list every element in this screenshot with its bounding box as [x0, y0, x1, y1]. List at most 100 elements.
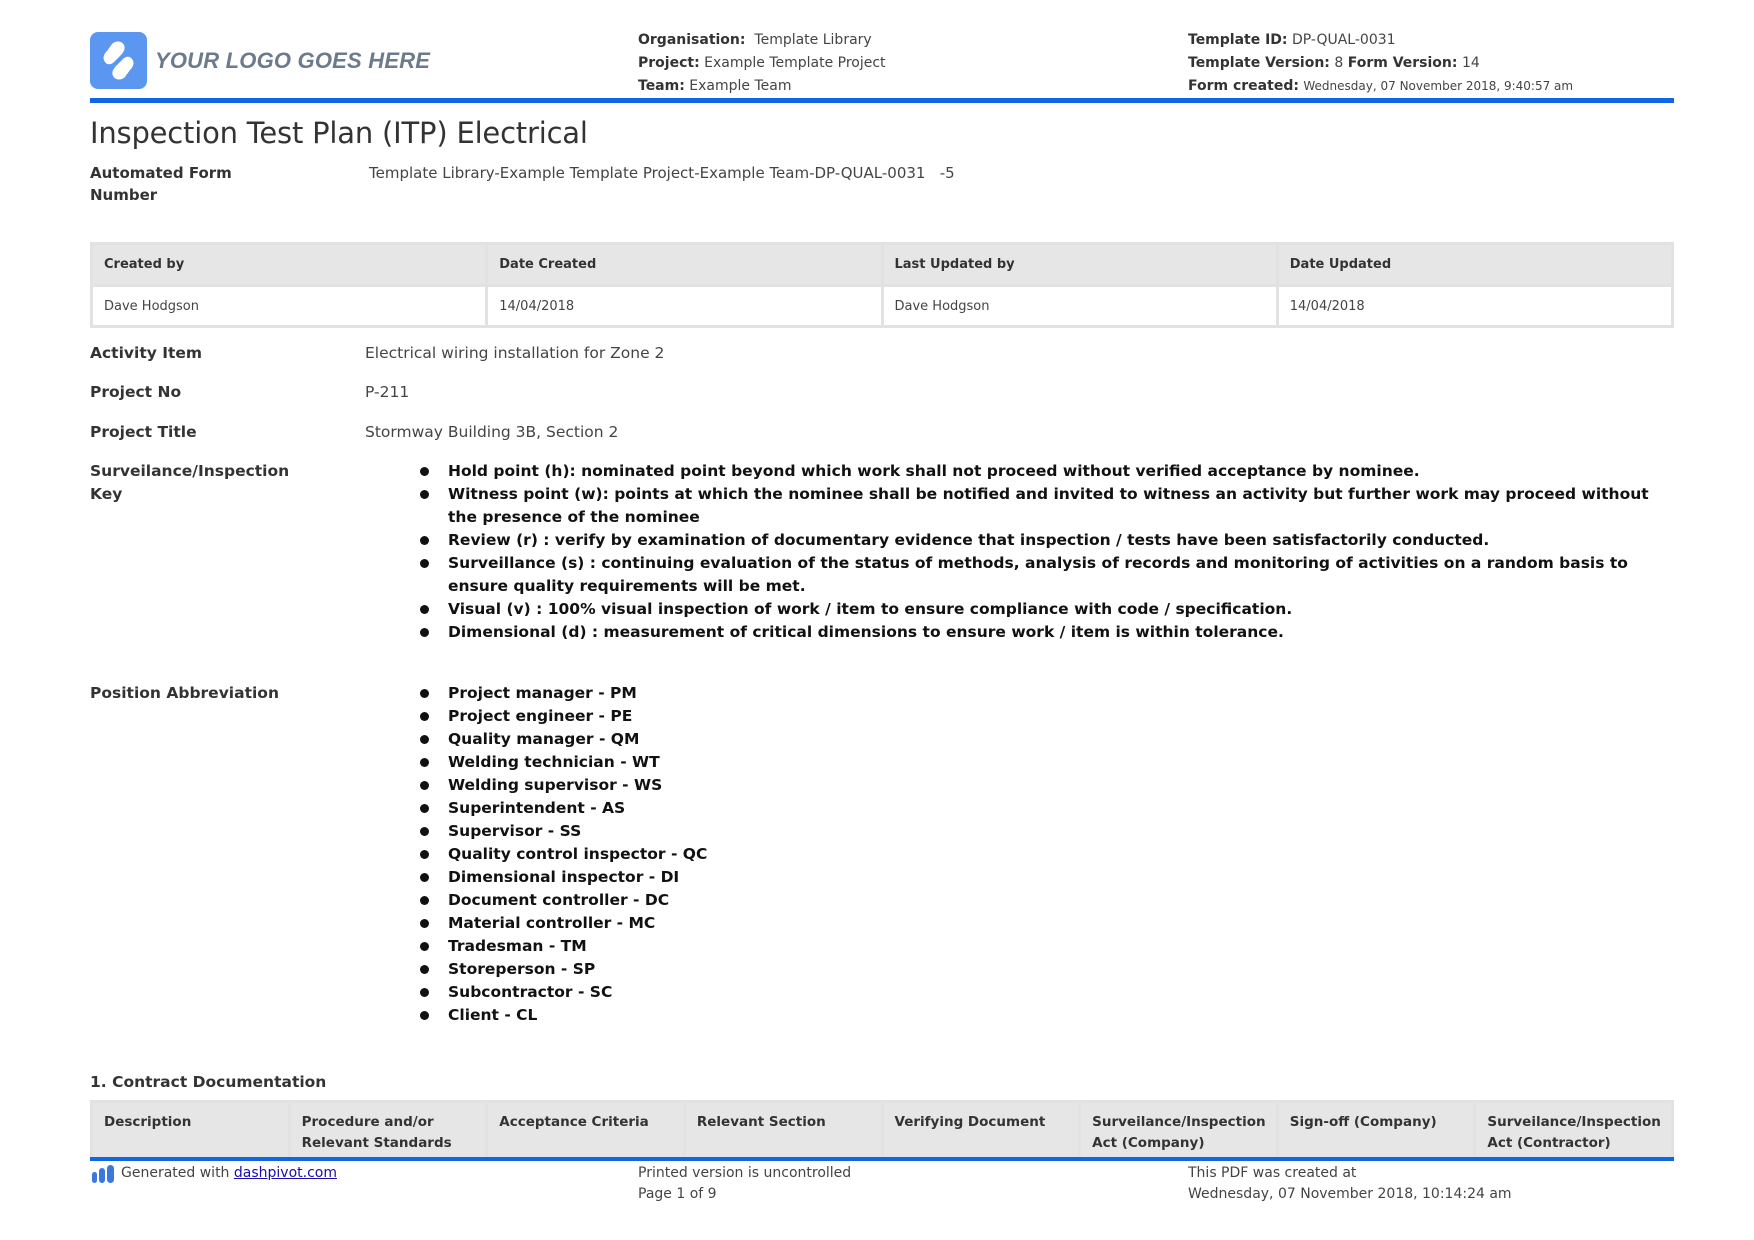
organisation-label: Organisation: — [638, 32, 746, 48]
contract-table-column-header: Sign-off (Company) — [1275, 1100, 1477, 1160]
position-abbreviation-item: Project manager - PM — [418, 682, 1678, 705]
contract-table-column-header: Description — [90, 1100, 291, 1160]
audit-header-date-created: Date Created — [485, 242, 884, 287]
project-label: Project: — [638, 55, 700, 71]
contract-table-column-header: Surveilance/Inspection Act (Company) — [1078, 1100, 1279, 1160]
bullet-icon — [420, 896, 429, 905]
template-id-label: Template ID: — [1188, 32, 1288, 48]
bullet-icon — [420, 559, 429, 568]
position-abbreviation-item: Tradesman - TM — [418, 935, 1678, 958]
bullet-icon — [420, 758, 429, 767]
surveillance-key-list: Hold point (h): nominated point beyond w… — [418, 460, 1678, 644]
table-row: Dave Hodgson 14/04/2018 Dave Hodgson 14/… — [89, 284, 1675, 328]
position-abbreviation-item-text: Tradesman - TM — [448, 937, 587, 955]
position-abbreviation-item-text: Quality manager - QM — [448, 730, 640, 748]
bullet-icon — [420, 965, 429, 974]
surveillance-key-item: Visual (v) : 100% visual inspection of w… — [418, 598, 1678, 621]
organisation-line: Organisation: Template Library — [638, 29, 886, 52]
form-version-label: Form Version: — [1347, 55, 1458, 71]
position-abbreviation-item: Dimensional inspector - DI — [418, 866, 1678, 889]
company-logo — [90, 32, 147, 89]
position-abbreviation-item-text: Material controller - MC — [448, 914, 656, 932]
pdf-created-value: Wednesday, 07 November 2018, 10:14:24 am — [1188, 1186, 1512, 1202]
team-label: Team: — [638, 78, 685, 94]
position-abbreviation-item: Welding technician - WT — [418, 751, 1678, 774]
bullet-icon — [420, 605, 429, 614]
project-title-label: Project Title — [90, 423, 197, 441]
position-abbreviation-item: Document controller - DC — [418, 889, 1678, 912]
contract-table-column-header: Relevant Section — [682, 1100, 884, 1160]
uncontrolled-notice: Printed version is uncontrolled — [638, 1165, 852, 1181]
contract-table-column-header: Verifying Document — [880, 1100, 1082, 1160]
surveillance-key-item-text: Dimensional (d) : measurement of critica… — [448, 623, 1284, 641]
position-abbreviation-item-text: Project manager - PM — [448, 684, 637, 702]
form-created-value: Wednesday, 07 November 2018, 9:40:57 am — [1303, 79, 1574, 93]
header-meta-template: Template ID: DP-QUAL-0031 Template Versi… — [1188, 29, 1573, 98]
contract-table-column-header: Acceptance Criteria — [485, 1100, 686, 1160]
bullet-icon — [420, 988, 429, 997]
position-abbreviation-item-text: Superintendent - AS — [448, 799, 626, 817]
audit-header-date-updated: Date Updated — [1275, 242, 1675, 287]
bullet-icon — [420, 490, 429, 499]
automated-form-number-value: Template Library-Example Template Projec… — [369, 164, 955, 182]
form-created-label: Form created: — [1188, 78, 1299, 94]
team-line: Team: Example Team — [638, 75, 886, 98]
template-version-value: 8 — [1334, 55, 1344, 71]
bullet-icon — [420, 467, 429, 476]
position-abbreviation-item: Client - CL — [418, 1004, 1678, 1027]
position-abbreviation-item-text: Quality control inspector - QC — [448, 845, 708, 863]
project-no-label: Project No — [90, 383, 182, 401]
header-divider — [90, 98, 1674, 103]
pdf-created-label: This PDF was created at — [1188, 1165, 1357, 1181]
position-abbreviation-item: Supervisor - SS — [418, 820, 1678, 843]
position-abbreviation-item: Welding supervisor - WS — [418, 774, 1678, 797]
position-abbreviation-label: Position Abbreviation — [90, 684, 279, 702]
form-created-line: Form created: Wednesday, 07 November 201… — [1188, 75, 1573, 98]
position-abbreviation-item-text: Client - CL — [448, 1006, 538, 1024]
bullet-icon — [420, 735, 429, 744]
position-abbreviation-item-text: Welding technician - WT — [448, 753, 660, 771]
dashpivot-link[interactable]: dashpivot.com — [234, 1165, 337, 1181]
position-abbreviation-item: Quality manager - QM — [418, 728, 1678, 751]
date-updated-value: 14/04/2018 — [1275, 284, 1675, 328]
bullet-icon — [420, 827, 429, 836]
contract-table-header-row: Description Procedure and/or Relevant Sta… — [90, 1100, 1674, 1160]
template-version-label: Template Version: — [1188, 55, 1330, 71]
surveillance-key-item: Review (r) : verify by examination of do… — [418, 529, 1678, 552]
project-line: Project: Example Template Project — [638, 52, 886, 75]
position-abbreviation-item: Material controller - MC — [418, 912, 1678, 935]
document-title: Inspection Test Plan (ITP) Electrical — [90, 116, 588, 150]
form-version-value: 14 — [1461, 55, 1480, 71]
position-abbreviation-item-text: Storeperson - SP — [448, 960, 596, 978]
surveillance-key-label: Surveilance/Inspection Key — [90, 462, 290, 503]
automated-form-number-label: Automated Form Number — [90, 164, 232, 204]
logo-text: YOUR LOGO GOES HERE — [155, 48, 431, 73]
team-value: Example Team — [689, 78, 792, 94]
logo-s-icon — [103, 41, 134, 80]
position-abbreviation-item: Storeperson - SP — [418, 958, 1678, 981]
bullet-icon — [420, 712, 429, 721]
bullet-icon — [420, 536, 429, 545]
date-created-value: 14/04/2018 — [485, 284, 884, 328]
bullet-icon — [420, 942, 429, 951]
activity-item-label: Activity Item — [90, 344, 203, 362]
project-no-value: P-211 — [365, 383, 410, 401]
bullet-icon — [420, 873, 429, 882]
contract-documentation-table: Description Procedure and/or Relevant Sta… — [90, 1100, 1674, 1160]
position-abbreviation-item-text: Supervisor - SS — [448, 822, 582, 840]
position-abbreviation-item: Quality control inspector - QC — [418, 843, 1678, 866]
bullet-icon — [420, 781, 429, 790]
bullet-icon — [420, 919, 429, 928]
footer-pdf-created: This PDF was created at Wednesday, 07 No… — [1188, 1163, 1512, 1205]
position-abbreviation-item-text: Welding supervisor - WS — [448, 776, 663, 794]
surveillance-key-item-text: Hold point (h): nominated point beyond w… — [448, 462, 1420, 480]
bullet-icon — [420, 804, 429, 813]
organisation-value: Template Library — [754, 32, 872, 48]
project-title-value: Stormway Building 3B, Section 2 — [365, 423, 619, 441]
footer-divider — [90, 1157, 1674, 1161]
surveillance-key-item-text: Visual (v) : 100% visual inspection of w… — [448, 600, 1293, 618]
surveillance-key-item-text: Witness point (w): points at which the n… — [448, 485, 1649, 526]
surveillance-key-item: Dimensional (d) : measurement of critica… — [418, 621, 1678, 644]
position-abbreviation-item-text: Document controller - DC — [448, 891, 670, 909]
audit-header-last-updated-by: Last Updated by — [880, 242, 1279, 287]
